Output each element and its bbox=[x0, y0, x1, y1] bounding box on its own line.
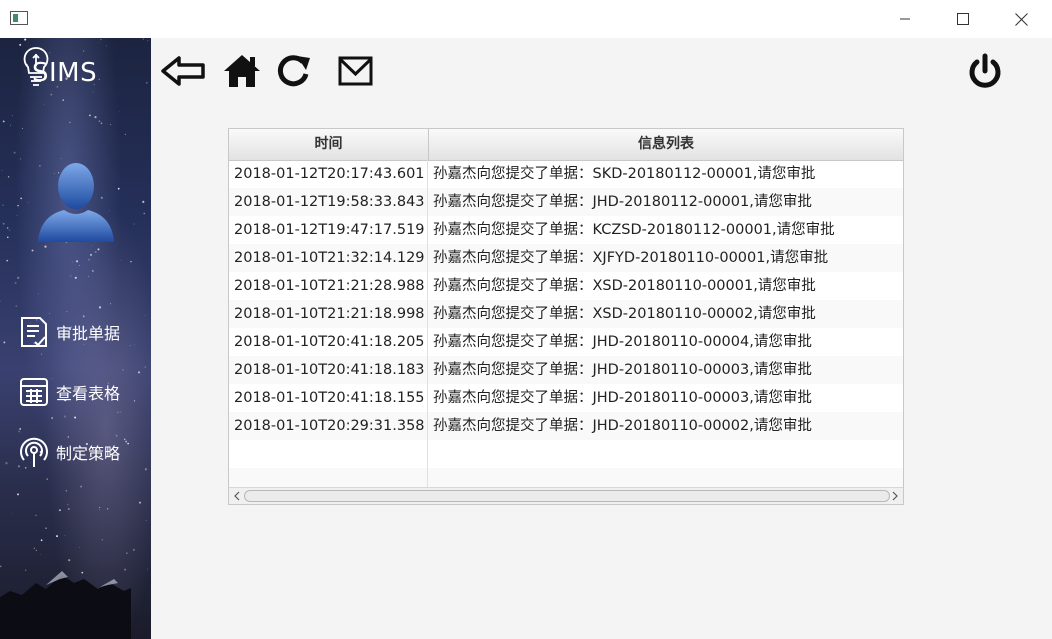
cell-time: 2018-01-12T19:47:17.519 bbox=[229, 216, 428, 244]
cell-info: 孙嘉杰向您提交了单据：JHD-20180110-00004,请您审批 bbox=[433, 334, 812, 350]
cell-info: 孙嘉杰向您提交了单据：XSD-20180110-00002,请您审批 bbox=[433, 306, 816, 322]
cell-info: 孙嘉杰向您提交了单据：JHD-20180110-00003,请您审批 bbox=[433, 362, 812, 378]
mail-button[interactable] bbox=[332, 50, 380, 92]
cell-time: 2018-01-10T21:32:14.129 bbox=[229, 244, 428, 272]
sidebar-item-table[interactable]: 查看表格 bbox=[18, 374, 143, 410]
table-row[interactable] bbox=[229, 440, 903, 468]
cell-time: 2018-01-10T20:41:18.183 bbox=[229, 356, 428, 384]
cell-info: 孙嘉杰向您提交了单据：XJFYD-20180110-00001,请您审批 bbox=[433, 250, 829, 266]
scroll-right-icon[interactable] bbox=[889, 490, 901, 502]
table-row[interactable]: 2018-01-10T20:29:31.358 孙嘉杰向您提交了单据：JHD-20… bbox=[229, 412, 903, 440]
cell-time bbox=[229, 440, 428, 468]
table-body: 2018-01-12T20:17:43.601 孙嘉杰向您提交了单据：SKD-20… bbox=[229, 160, 903, 496]
message-table[interactable]: 时间 信息列表 2018-01-12T20:17:43.601 孙嘉杰向您提交了单… bbox=[228, 128, 904, 505]
scrollbar-thumb[interactable] bbox=[244, 490, 890, 502]
table-row[interactable]: 2018-01-10T20:41:18.155 孙嘉杰向您提交了单据：JHD-20… bbox=[229, 384, 903, 412]
home-icon bbox=[224, 55, 260, 87]
cell-info bbox=[429, 440, 903, 468]
sidebar: SIMS 审批单据 查看表格 制定策略 bbox=[0, 38, 151, 639]
close-button[interactable] bbox=[992, 0, 1050, 38]
user-avatar bbox=[38, 163, 114, 242]
sidebar-item-label: 制定策略 bbox=[56, 444, 121, 463]
table-grid-icon bbox=[18, 376, 50, 408]
mountain-silhouette bbox=[0, 571, 131, 639]
cell-time: 2018-01-10T21:21:28.988 bbox=[229, 272, 428, 300]
maximize-icon bbox=[957, 13, 969, 25]
power-icon bbox=[969, 53, 1001, 88]
maximize-button[interactable] bbox=[934, 0, 992, 38]
app-logo-text: SIMS bbox=[32, 58, 98, 88]
mail-icon bbox=[338, 56, 373, 86]
horizontal-scrollbar[interactable] bbox=[229, 487, 903, 504]
refresh-button[interactable] bbox=[270, 50, 318, 92]
cell-info: 孙嘉杰向您提交了单据：JHD-20180110-00003,请您审批 bbox=[433, 390, 812, 406]
cell-info: 孙嘉杰向您提交了单据：XSD-20180110-00001,请您审批 bbox=[433, 278, 816, 294]
document-approve-icon bbox=[18, 316, 50, 348]
scroll-left-icon[interactable] bbox=[231, 490, 243, 502]
table-header: 时间 信息列表 bbox=[229, 129, 903, 161]
cell-time: 2018-01-10T20:41:18.155 bbox=[229, 384, 428, 412]
cell-time: 2018-01-12T20:17:43.601 bbox=[229, 160, 428, 188]
table-row[interactable]: 2018-01-10T20:41:18.183 孙嘉杰向您提交了单据：JHD-20… bbox=[229, 356, 903, 384]
sidebar-item-label: 查看表格 bbox=[56, 384, 121, 403]
home-button[interactable] bbox=[218, 50, 266, 92]
table-row[interactable]: 2018-01-12T19:58:33.843 孙嘉杰向您提交了单据：JHD-20… bbox=[229, 188, 903, 216]
sidebar-item-strategy[interactable]: 制定策略 bbox=[18, 434, 143, 470]
cell-time: 2018-01-10T21:21:18.998 bbox=[229, 300, 428, 328]
minimize-button[interactable] bbox=[876, 0, 934, 38]
app-window-icon bbox=[10, 11, 28, 25]
table-row[interactable]: 2018-01-10T21:21:18.998 孙嘉杰向您提交了单据：XSD-20… bbox=[229, 300, 903, 328]
cell-info: 孙嘉杰向您提交了单据：JHD-20180110-00002,请您审批 bbox=[433, 418, 812, 434]
sidebar-item-approve[interactable]: 审批单据 bbox=[18, 314, 143, 350]
table-row[interactable]: 2018-01-12T19:47:17.519 孙嘉杰向您提交了单据：KCZSD-… bbox=[229, 216, 903, 244]
back-button[interactable] bbox=[159, 50, 207, 92]
cell-info: 孙嘉杰向您提交了单据：SKD-20180112-00001,请您审批 bbox=[433, 166, 816, 182]
cell-time: 2018-01-12T19:58:33.843 bbox=[229, 188, 428, 216]
cell-time: 2018-01-10T20:29:31.358 bbox=[229, 412, 428, 440]
cell-time: 2018-01-10T20:41:18.205 bbox=[229, 328, 428, 356]
close-icon bbox=[1014, 12, 1028, 26]
signal-tower-icon bbox=[18, 436, 50, 468]
column-header-time[interactable]: 时间 bbox=[229, 129, 429, 160]
table-row[interactable]: 2018-01-12T20:17:43.601 孙嘉杰向您提交了单据：SKD-20… bbox=[229, 160, 903, 188]
cell-info: 孙嘉杰向您提交了单据：KCZSD-20180112-00001,请您审批 bbox=[433, 222, 835, 238]
table-row[interactable]: 2018-01-10T21:32:14.129 孙嘉杰向您提交了单据：XJFYD-… bbox=[229, 244, 903, 272]
power-button[interactable] bbox=[961, 50, 1009, 92]
table-row[interactable]: 2018-01-10T20:41:18.205 孙嘉杰向您提交了单据：JHD-20… bbox=[229, 328, 903, 356]
window-titlebar bbox=[0, 0, 1052, 38]
table-row[interactable]: 2018-01-10T21:21:28.988 孙嘉杰向您提交了单据：XSD-20… bbox=[229, 272, 903, 300]
back-arrow-icon bbox=[161, 56, 205, 86]
refresh-icon bbox=[277, 55, 310, 87]
cell-info: 孙嘉杰向您提交了单据：JHD-20180112-00001,请您审批 bbox=[433, 194, 812, 210]
sidebar-item-label: 审批单据 bbox=[56, 324, 121, 343]
minimize-icon bbox=[900, 18, 910, 20]
column-header-info[interactable]: 信息列表 bbox=[429, 129, 903, 160]
